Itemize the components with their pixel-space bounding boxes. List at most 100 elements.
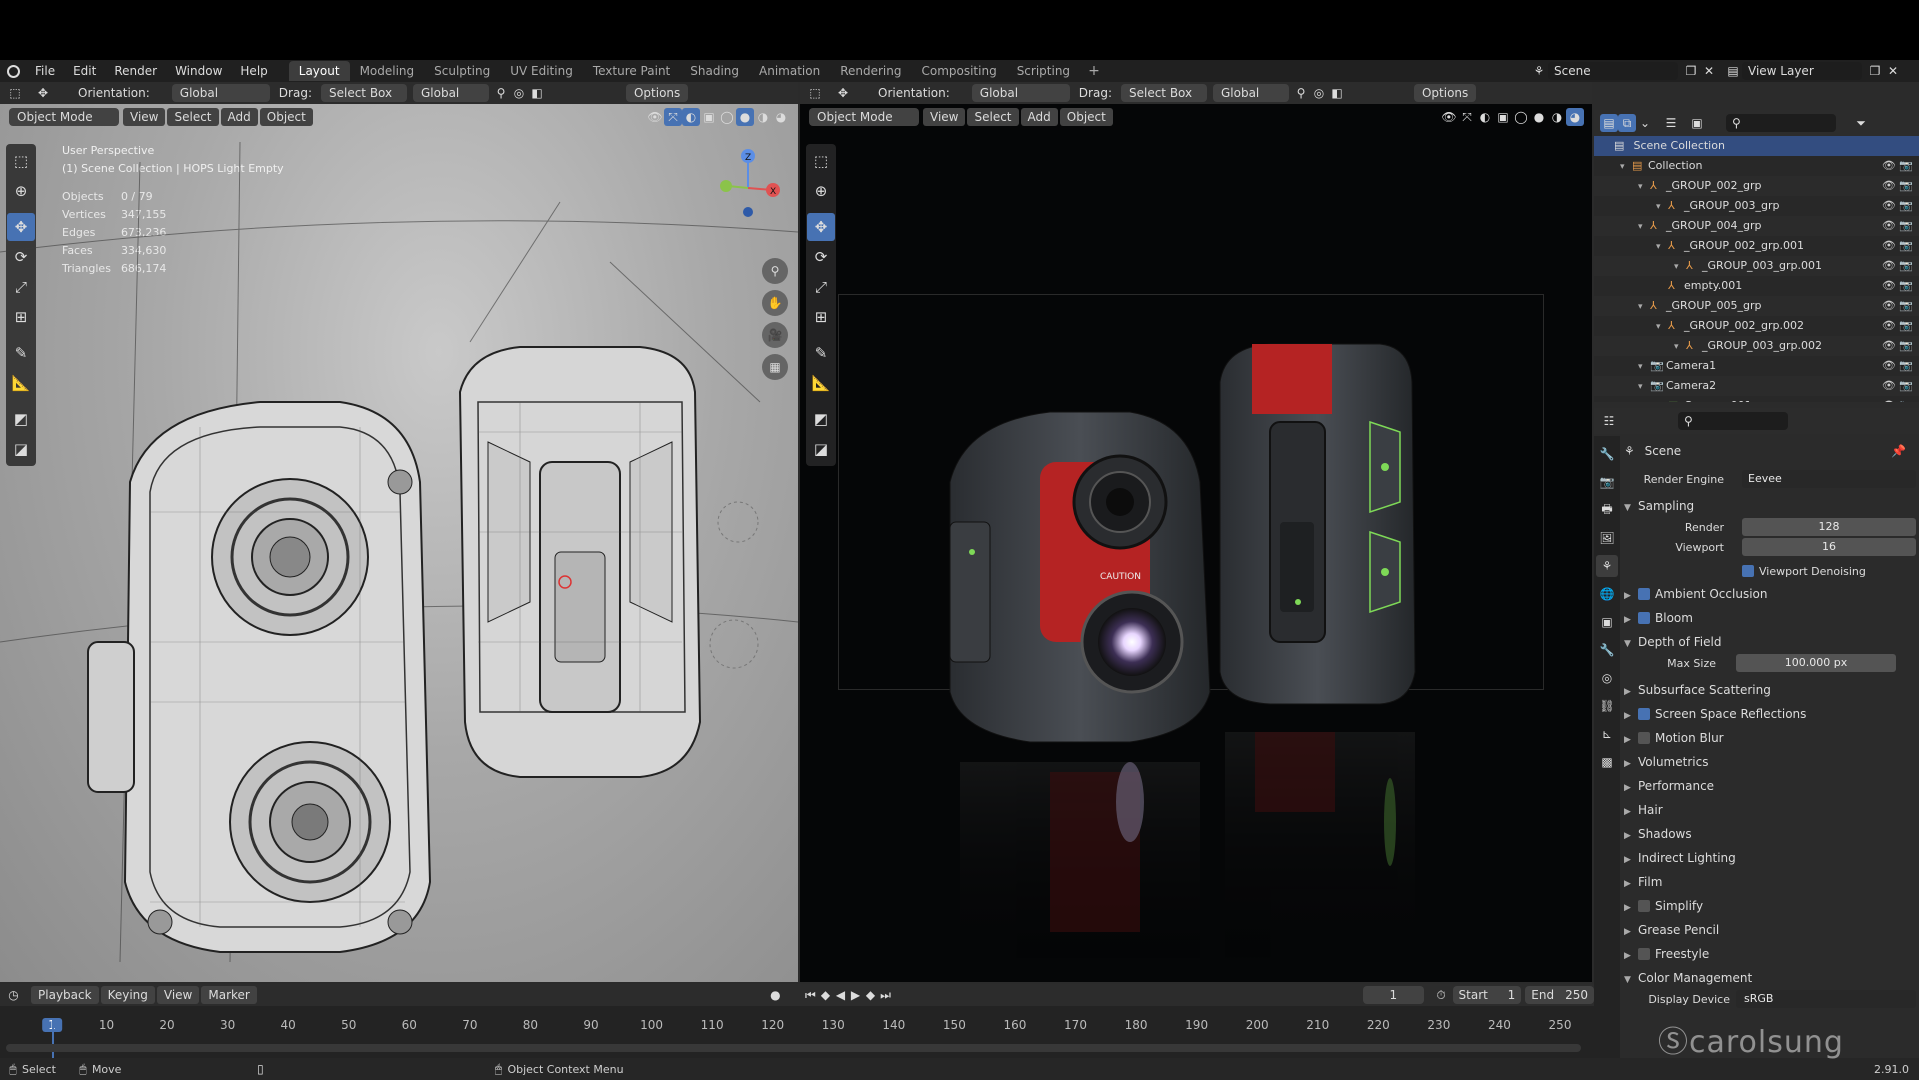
view-layer-field[interactable]: View Layer [1742, 62, 1862, 80]
render-engine-dropdown[interactable]: Eevee [1742, 470, 1916, 488]
panel-checkbox[interactable] [1638, 707, 1650, 720]
outliner-filter-icon[interactable]: ⏷ [1852, 114, 1870, 132]
expand-arrow-icon[interactable]: ▾ [1674, 337, 1686, 357]
properties-editor-icon[interactable]: ☷ [1600, 412, 1618, 430]
output-tab-icon[interactable]: 🖶 [1596, 499, 1618, 521]
tab-layout[interactable]: Layout [288, 61, 350, 81]
scene-collection-row[interactable]: ▤ Scene Collection [1594, 136, 1919, 156]
outliner-mode-icon[interactable]: ☰ [1662, 114, 1680, 132]
tab-texture-paint[interactable]: Texture Paint [583, 61, 680, 81]
outliner-row[interactable]: ▾ ⅄ _GROUP_004_grp 👁 📷 [1594, 216, 1919, 236]
expand-arrow-icon[interactable]: ▾ [1638, 377, 1650, 397]
display-device-dropdown[interactable]: sRGB [1736, 990, 1916, 1008]
outliner-row[interactable]: ▾ ⅄ _GROUP_003_grp.001 👁 📷 [1594, 256, 1919, 276]
panel-hair[interactable]: ▶ Hair [1624, 798, 1916, 822]
outliner-row[interactable]: ▾ ⅄ _GROUP_002_grp.002 👁 📷 [1594, 316, 1919, 336]
marker-menu[interactable]: Marker [201, 986, 257, 1004]
physics-tab-icon[interactable]: ◎ [1596, 667, 1618, 689]
tab-animation[interactable]: Animation [749, 61, 830, 81]
tab-rendering[interactable]: Rendering [830, 61, 911, 81]
dof-panel[interactable]: ▼ Depth of Field [1624, 630, 1916, 654]
clock-icon[interactable]: ⏱ [1434, 986, 1449, 1004]
start-frame-field[interactable]: Start 1 [1452, 986, 1522, 1004]
menu-file[interactable]: File [26, 60, 64, 82]
scene-tab-icon[interactable]: ⚘ [1596, 555, 1618, 577]
current-frame-field[interactable]: 1 [1363, 986, 1424, 1004]
tab-scripting[interactable]: Scripting [1007, 61, 1080, 81]
visibility-toggle-icon[interactable]: 👁 📷 [1882, 356, 1913, 376]
panel-grease-pencil[interactable]: ▶ Grease Pencil [1624, 918, 1916, 942]
blender-logo-icon[interactable] [0, 60, 26, 82]
panel-checkbox[interactable] [1638, 899, 1650, 912]
viewport-denoising-row[interactable]: Viewport Denoising [1624, 562, 1916, 582]
panel-bloom[interactable]: ▶ Bloom [1624, 606, 1916, 630]
panel-checkbox[interactable] [1638, 611, 1650, 624]
visibility-toggle-icon[interactable]: 👁 📷 [1882, 176, 1913, 196]
keying-menu[interactable]: Keying [100, 986, 155, 1004]
jump-end-icon[interactable]: ⏭ [878, 986, 893, 1004]
outliner-editor-icon[interactable]: ▤ [1600, 114, 1618, 132]
outliner-row[interactable]: ▾ ⅄ _GROUP_002_grp.001 👁 📷 [1594, 236, 1919, 256]
frame-ruler[interactable]: 1102030405060708090100110120130140150160… [0, 1018, 1594, 1040]
visibility-toggle-icon[interactable]: 👁 📷 [1882, 216, 1913, 236]
outliner-row[interactable]: ▾ ⅄ _GROUP_005_grp 👁 📷 [1594, 296, 1919, 316]
data-tab-icon[interactable]: ⊾ [1596, 723, 1618, 745]
expand-arrow-icon[interactable]: ▾ [1656, 317, 1668, 337]
next-key-icon[interactable]: ◆ [863, 986, 878, 1004]
reverse-play-icon[interactable]: ◀ [833, 986, 848, 1004]
visibility-toggle-icon[interactable]: 👁 📷 [1882, 256, 1913, 276]
viewport-right[interactable]: ⬚ ✥ Orientation: Global Drag: Select Box… [800, 82, 1592, 982]
outliner-row[interactable]: ▾ ⅄ _GROUP_003_grp 👁 📷 [1594, 196, 1919, 216]
expand-arrow-icon[interactable]: ▾ [1638, 297, 1650, 317]
visibility-toggle-icon[interactable]: 👁 📷 [1882, 276, 1913, 296]
panel-ambient-occlusion[interactable]: ▶ Ambient Occlusion [1624, 582, 1916, 606]
scene-icon[interactable]: ⚘ [1530, 62, 1548, 80]
panel-freestyle[interactable]: ▶ Freestyle [1624, 942, 1916, 966]
filter-arrow-icon[interactable]: ⌄ [1636, 114, 1654, 132]
viewport-left[interactable]: ⬚ ✥ Orientation: Global Drag: Select Box… [0, 82, 798, 982]
new-scene-icon[interactable]: ❐ [1682, 62, 1700, 80]
panel-indirect-lighting[interactable]: ▶ Indirect Lighting [1624, 846, 1916, 870]
color-management-panel[interactable]: ▼ Color Management [1624, 966, 1916, 990]
sampling-panel[interactable]: ▼ Sampling [1624, 494, 1916, 518]
object-tab-icon[interactable]: ▣ [1596, 611, 1618, 633]
expand-arrow-icon[interactable]: ▾ [1638, 217, 1650, 237]
record-icon[interactable]: ● [768, 986, 783, 1004]
prev-key-icon[interactable]: ◆ [818, 986, 833, 1004]
visibility-toggle-icon[interactable]: 👁 📷 [1882, 336, 1913, 356]
visibility-toggle-icon[interactable]: 👁 📷 [1882, 196, 1913, 216]
end-frame-field[interactable]: End 250 [1525, 986, 1595, 1004]
panel-shadows[interactable]: ▶ Shadows [1624, 822, 1916, 846]
render-tab-icon[interactable]: 📷 [1596, 471, 1618, 493]
outliner-view-icon[interactable]: ▣ [1688, 114, 1706, 132]
jump-start-icon[interactable]: ⏮ [803, 986, 818, 1004]
viewport-denoising-checkbox[interactable] [1742, 565, 1754, 577]
panel-motion-blur[interactable]: ▶ Motion Blur [1624, 726, 1916, 750]
panel-checkbox[interactable] [1638, 731, 1650, 744]
new-view-layer-icon[interactable]: ❐ [1866, 62, 1884, 80]
panel-screen-space-reflections[interactable]: ▶ Screen Space Reflections [1624, 702, 1916, 726]
visibility-toggle-icon[interactable]: 👁 📷 [1882, 296, 1913, 316]
view-layer-tab-icon[interactable]: 🖼 [1596, 527, 1618, 549]
menu-help[interactable]: Help [231, 60, 276, 82]
outliner-row[interactable]: ▾ ⅄ _GROUP_003_grp.002 👁 📷 [1594, 336, 1919, 356]
texture-tab-icon[interactable]: ▩ [1596, 751, 1618, 773]
panel-performance[interactable]: ▶ Performance [1624, 774, 1916, 798]
world-tab-icon[interactable]: 🌐 [1596, 583, 1618, 605]
menu-render[interactable]: Render [105, 60, 166, 82]
view-layer-icon[interactable]: ▤ [1724, 62, 1742, 80]
panel-checkbox[interactable] [1638, 947, 1650, 960]
menu-edit[interactable]: Edit [64, 60, 105, 82]
visibility-toggle-icon[interactable]: 👁 📷 [1882, 396, 1913, 402]
panel-subsurface-scattering[interactable]: ▶ Subsurface Scattering [1624, 678, 1916, 702]
outliner-row[interactable]: ▾ 📷 Camera1 👁 📷 [1594, 356, 1919, 376]
tab-sculpting[interactable]: Sculpting [424, 61, 500, 81]
close-view-layer-icon[interactable]: ✕ [1884, 62, 1902, 80]
panel-volumetrics[interactable]: ▶ Volumetrics [1624, 750, 1916, 774]
max-size-field[interactable]: 100.000 px [1736, 654, 1896, 672]
add-workspace-button[interactable]: + [1080, 63, 1108, 79]
expand-arrow-icon[interactable]: ▾ [1638, 177, 1650, 197]
tab-modeling[interactable]: Modeling [350, 61, 425, 81]
outliner-display-icon[interactable]: ⧉ [1618, 114, 1636, 132]
play-icon[interactable]: ▶ [848, 986, 863, 1004]
